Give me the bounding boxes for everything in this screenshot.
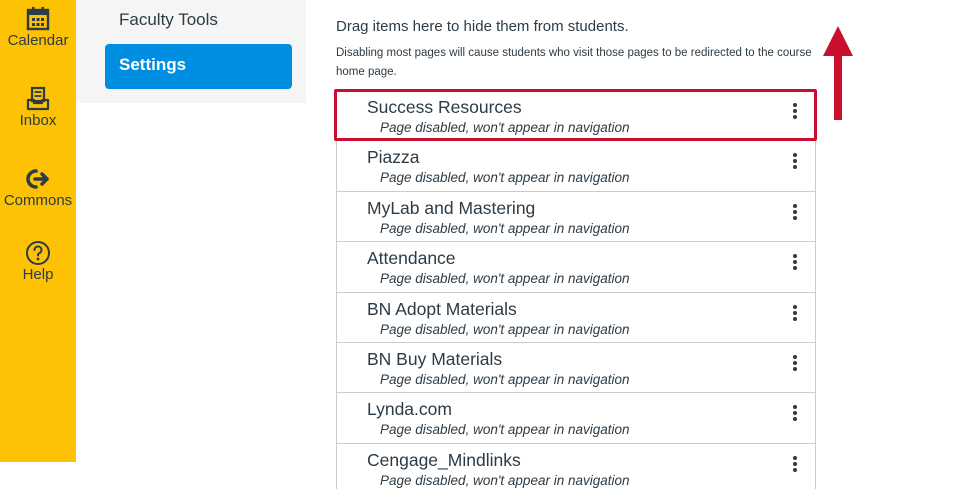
nav-item-status: Page disabled, won't appear in navigatio…: [380, 472, 630, 488]
kebab-menu-icon[interactable]: [789, 151, 801, 173]
nav-item-title: BN Buy Materials: [367, 348, 503, 369]
kebab-menu-icon[interactable]: [789, 303, 801, 325]
global-nav-commons[interactable]: Commons: [0, 166, 76, 210]
nav-item-title: Lynda.com: [367, 399, 452, 420]
disabled-nav-item-bn-adopt[interactable]: BN Adopt Materials Page disabled, won't …: [337, 291, 815, 342]
drag-hint-text: Drag items here to hide them from studen…: [336, 18, 629, 35]
nav-item-title: BN Adopt Materials: [367, 298, 517, 319]
nav-item-title: Piazza: [367, 147, 420, 168]
course-nav: Faculty Tools Settings: [76, 0, 306, 103]
global-nav: Calendar Inbox Commons Help: [0, 0, 76, 462]
global-nav-commons-label: Commons: [3, 192, 73, 209]
disable-note-text: Disabling most pages will cause students…: [336, 47, 812, 78]
nav-item-status: Page disabled, won't appear in navigatio…: [380, 321, 630, 337]
nav-item-title: MyLab and Mastering: [367, 197, 536, 218]
help-icon: [26, 241, 50, 265]
kebab-menu-icon[interactable]: [789, 454, 801, 476]
nav-item-status: Page disabled, won't appear in navigatio…: [380, 120, 630, 135]
kebab-menu-icon[interactable]: [789, 353, 801, 375]
kebab-menu-icon[interactable]: [789, 252, 801, 274]
red-up-arrow: [823, 26, 853, 120]
global-nav-calendar[interactable]: Calendar: [0, 6, 76, 50]
kebab-menu-icon[interactable]: [789, 403, 801, 425]
nav-item-status: Page disabled, won't appear in navigatio…: [380, 271, 630, 287]
global-nav-help-label: Help: [22, 266, 54, 283]
kebab-menu-icon[interactable]: [789, 202, 801, 224]
disabled-nav-item-success-resources[interactable]: Success Resources Page disabled, won't a…: [337, 90, 815, 141]
course-nav-settings[interactable]: Settings: [105, 44, 292, 89]
disabled-nav-item-lynda[interactable]: Lynda.com Page disabled, won't appear in…: [337, 392, 815, 443]
global-nav-inbox-label: Inbox: [19, 112, 57, 129]
global-nav-help[interactable]: Help: [0, 240, 76, 284]
nav-item-status: Page disabled, won't appear in navigatio…: [380, 170, 630, 186]
disabled-nav-item-bn-buy[interactable]: BN Buy Materials Page disabled, won't ap…: [337, 341, 815, 393]
nav-item-status: Page disabled, won't appear in navigatio…: [380, 371, 630, 387]
inbox-icon: [26, 86, 50, 111]
kebab-menu-icon[interactable]: [789, 101, 801, 123]
nav-item-title: Attendance: [367, 248, 456, 269]
disabled-nav-item-piazza[interactable]: Piazza Page disabled, won't appear in na…: [337, 140, 815, 191]
commons-icon: [26, 169, 49, 189]
disabled-nav-item-attendance[interactable]: Attendance Page disabled, won't appear i…: [337, 241, 815, 292]
calendar-icon: [26, 7, 50, 31]
disabled-nav-item-cengage[interactable]: Cengage_Mindlinks Page disabled, won't a…: [337, 442, 815, 489]
nav-item-status: Page disabled, won't appear in navigatio…: [380, 220, 630, 236]
nav-item-status: Page disabled, won't appear in navigatio…: [380, 422, 630, 438]
global-nav-calendar-label: Calendar: [7, 32, 69, 49]
nav-item-title: Success Resources: [367, 97, 522, 117]
global-nav-inbox[interactable]: Inbox: [0, 86, 76, 130]
disabled-nav-list: Success Resources Page disabled, won't a…: [336, 90, 816, 489]
course-nav-faculty-tools[interactable]: Faculty Tools: [119, 10, 218, 30]
nav-item-title: Cengage_Mindlinks: [367, 449, 521, 470]
disabled-nav-item-mylab[interactable]: MyLab and Mastering Page disabled, won't…: [337, 190, 815, 242]
